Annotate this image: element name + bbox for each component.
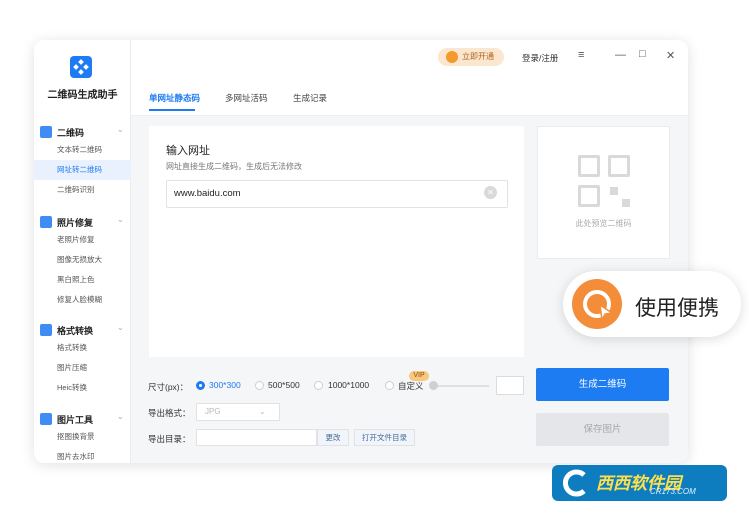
sidebar-group-header[interactable]: 照片修复 ⌄ bbox=[34, 214, 131, 230]
crown-icon bbox=[446, 51, 458, 63]
chevron-down-icon: ⌄ bbox=[259, 407, 266, 416]
panel-subtitle: 网址直接生成二维码，生成后无法修改 bbox=[166, 162, 302, 171]
tab-single-url[interactable]: 单网址静态码 bbox=[149, 92, 200, 104]
sidebar-group-qrcode: 二维码 ⌄ 文本转二维码 网址转二维码 二维码识别 bbox=[34, 124, 131, 200]
vip-button-label: 立即开通 bbox=[462, 52, 494, 61]
url-input[interactable]: www.baidu.com bbox=[166, 180, 508, 208]
sidebar-item-face-repair[interactable]: 修复人脸模糊 bbox=[34, 290, 131, 310]
site-watermark: 西西软件园 CR173.COM bbox=[552, 465, 727, 501]
menu-icon[interactable]: ≡ bbox=[578, 49, 584, 61]
size-slider-handle[interactable] bbox=[429, 381, 438, 390]
sidebar-item-format-convert[interactable]: 格式转换 bbox=[34, 338, 131, 358]
sidebar-item-watermark-remove[interactable]: 图片去水印 bbox=[34, 447, 131, 463]
promo-text: 使用便携 bbox=[635, 297, 719, 320]
sidebar-item-qr-recognition[interactable]: 二维码识别 bbox=[34, 180, 131, 200]
sidebar-item-old-photo[interactable]: 老照片修复 bbox=[34, 230, 131, 250]
promo-bubble: 使用便携 bbox=[563, 271, 741, 337]
sidebar-item-heic[interactable]: Heic转换 bbox=[34, 378, 131, 398]
clear-input-icon[interactable]: ✕ bbox=[484, 186, 497, 199]
chevron-down-icon: ⌄ bbox=[117, 323, 124, 332]
size-option-custom[interactable]: 自定义 bbox=[398, 380, 424, 392]
sidebar-group-header[interactable]: 二维码 ⌄ bbox=[34, 124, 131, 140]
tab-history[interactable]: 生成记录 bbox=[293, 92, 327, 104]
size-option-300[interactable]: 300*300 bbox=[209, 380, 241, 390]
portable-icon bbox=[572, 279, 622, 329]
size-option-500[interactable]: 500*500 bbox=[268, 380, 300, 390]
chevron-down-icon: ⌄ bbox=[117, 412, 124, 421]
login-link[interactable]: 登录/注册 bbox=[522, 52, 558, 64]
panel-title: 输入网址 bbox=[166, 145, 210, 157]
radio-500[interactable] bbox=[255, 381, 264, 390]
sidebar-item-url-to-qr[interactable]: 网址转二维码 bbox=[34, 160, 131, 180]
sidebar-group-format: 格式转换 ⌄ 格式转换 图片压缩 Heic转换 bbox=[34, 322, 131, 398]
tab-bar: 单网址静态码 多网址活码 生成记录 bbox=[131, 76, 688, 116]
url-input-panel: 输入网址 网址直接生成二维码，生成后无法修改 www.baidu.com ✕ bbox=[149, 126, 524, 357]
main-area: 立即开通 登录/注册 ≡ — □ ✕ 单网址静态码 多网址活码 生成记录 输入网… bbox=[131, 40, 688, 463]
close-icon[interactable]: ✕ bbox=[666, 49, 675, 62]
sidebar-item-text-to-qr[interactable]: 文本转二维码 bbox=[34, 140, 131, 160]
photo-icon bbox=[40, 216, 52, 228]
tab-multi-url[interactable]: 多网址活码 bbox=[225, 92, 268, 104]
app-logo-icon bbox=[70, 56, 92, 78]
change-directory-button[interactable]: 更改 bbox=[317, 429, 349, 446]
image-tool-icon bbox=[40, 413, 52, 425]
radio-300[interactable] bbox=[196, 381, 205, 390]
open-directory-button[interactable]: 打开文件目录 bbox=[354, 429, 415, 446]
active-tab-indicator bbox=[149, 109, 195, 111]
vip-button[interactable]: 立即开通 bbox=[438, 48, 504, 66]
qrcode-icon bbox=[40, 126, 52, 138]
size-option-1000[interactable]: 1000*1000 bbox=[328, 380, 369, 390]
chevron-down-icon: ⌄ bbox=[117, 125, 124, 134]
sidebar-group-image-tools: 图片工具 ⌄ 抠图换背景 图片去水印 bbox=[34, 411, 131, 463]
app-title: 二维码生成助手 bbox=[47, 90, 118, 101]
sidebar-item-colorize[interactable]: 黑白照上色 bbox=[34, 270, 131, 290]
directory-label: 导出目录： bbox=[148, 434, 191, 444]
size-slider-track[interactable] bbox=[433, 385, 489, 387]
watermark-url: CR173.COM bbox=[650, 487, 696, 496]
group-label: 照片修复 bbox=[57, 218, 94, 228]
chevron-down-icon: ⌄ bbox=[117, 215, 124, 224]
sidebar: 二维码生成助手 二维码 ⌄ 文本转二维码 网址转二维码 二维码识别 照片修复 ⌄… bbox=[34, 40, 131, 463]
title-bar: 立即开通 登录/注册 ≡ — □ ✕ bbox=[131, 40, 688, 76]
app-window: 二维码生成助手 二维码 ⌄ 文本转二维码 网址转二维码 二维码识别 照片修复 ⌄… bbox=[34, 40, 688, 463]
sidebar-item-cutout[interactable]: 抠图换背景 bbox=[34, 427, 131, 447]
radio-custom[interactable] bbox=[385, 381, 394, 390]
radio-1000[interactable] bbox=[314, 381, 323, 390]
generate-qr-button[interactable]: 生成二维码 bbox=[536, 368, 669, 401]
sidebar-group-header[interactable]: 格式转换 ⌄ bbox=[34, 322, 131, 338]
size-label: 尺寸(px)： bbox=[148, 382, 189, 392]
group-label: 格式转换 bbox=[57, 326, 94, 336]
qr-preview-area: 此处预览二维码 bbox=[537, 126, 670, 259]
save-image-button[interactable]: 保存图片 bbox=[536, 413, 669, 446]
minimize-icon[interactable]: — bbox=[615, 49, 626, 61]
vip-badge: VIP bbox=[409, 371, 429, 381]
directory-input[interactable] bbox=[196, 429, 317, 446]
format-label: 导出格式： bbox=[148, 408, 191, 418]
group-label: 二维码 bbox=[57, 128, 85, 138]
custom-size-input[interactable] bbox=[496, 376, 524, 395]
maximize-icon[interactable]: □ bbox=[639, 48, 646, 60]
format-select[interactable]: JPG bbox=[196, 403, 280, 421]
convert-icon bbox=[40, 324, 52, 336]
sidebar-group-header[interactable]: 图片工具 ⌄ bbox=[34, 411, 131, 427]
preview-placeholder-label: 此处预览二维码 bbox=[575, 219, 632, 228]
sidebar-item-compress[interactable]: 图片压缩 bbox=[34, 358, 131, 378]
sidebar-group-photo-repair: 照片修复 ⌄ 老照片修复 图像无损放大 黑白照上色 修复人脸模糊 bbox=[34, 214, 131, 310]
sidebar-item-upscale[interactable]: 图像无损放大 bbox=[34, 250, 131, 270]
group-label: 图片工具 bbox=[57, 415, 94, 425]
